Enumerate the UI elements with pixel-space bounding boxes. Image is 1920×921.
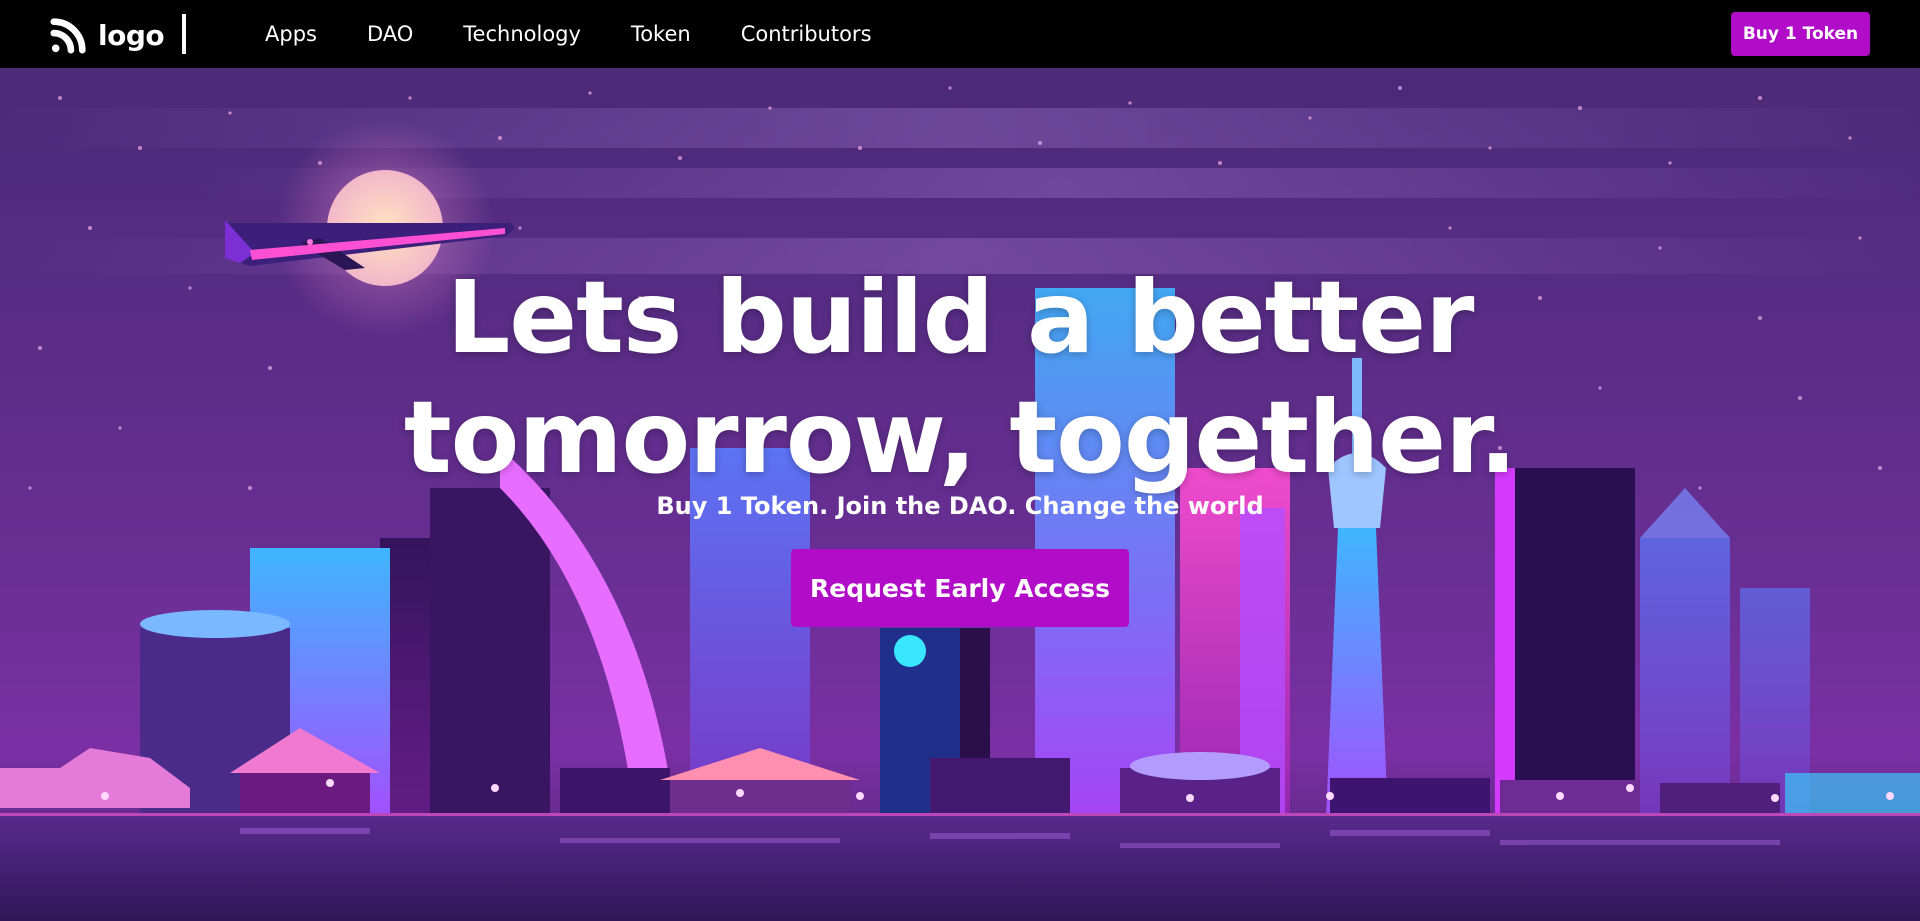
logo-divider (182, 14, 186, 54)
hero-section: Lets build a better tomorrow, together. … (0, 68, 1920, 921)
nav-link-technology[interactable]: Technology (463, 22, 581, 46)
hero-headline-line-2: tomorrow, together. (403, 379, 1517, 496)
nav-link-apps[interactable]: Apps (265, 22, 317, 46)
request-early-access-button[interactable]: Request Early Access (791, 549, 1129, 627)
hero-subheadline: Buy 1 Token. Join the DAO. Change the wo… (656, 492, 1264, 520)
buy-token-button[interactable]: Buy 1 Token (1731, 12, 1870, 56)
logo[interactable]: logo (50, 16, 165, 54)
nav-link-dao[interactable]: DAO (367, 22, 413, 46)
top-nav: logo Apps DAO Technology Token Contribut… (0, 0, 1920, 68)
rss-waves-icon (50, 18, 86, 54)
nav-link-token[interactable]: Token (631, 22, 691, 46)
logo-text: logo (98, 18, 165, 52)
nav-links: Apps DAO Technology Token Contributors (265, 0, 922, 68)
hero-headline-line-1: Lets build a better (446, 259, 1475, 376)
hero-headline: Lets build a better tomorrow, together. (0, 258, 1920, 498)
nav-link-contributors[interactable]: Contributors (741, 22, 872, 46)
